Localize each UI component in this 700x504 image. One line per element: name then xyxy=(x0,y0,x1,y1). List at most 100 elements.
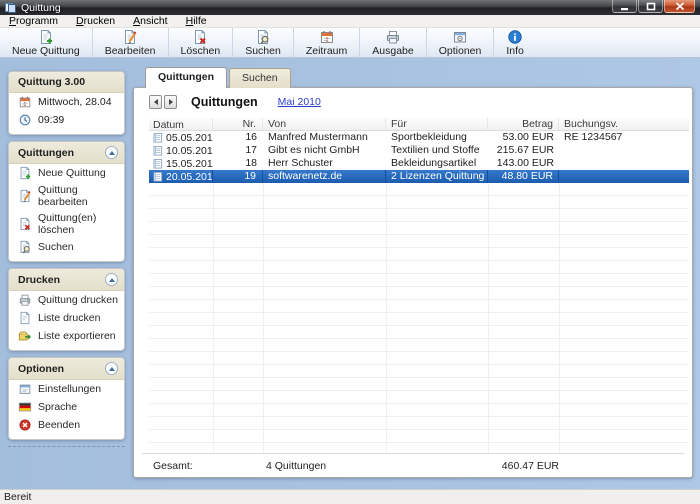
content-area: Quittung 3.00 Mittwoch, 28.04 09:39 Quit… xyxy=(0,58,700,489)
sidebar-item-liste-exportieren[interactable]: Liste exportieren xyxy=(9,327,124,345)
table-row[interactable]: 10.05.2010 17 Gibt es nicht GmbH Textili… xyxy=(149,144,689,157)
title-bar[interactable]: Quittung xyxy=(0,0,700,15)
receipt-icon xyxy=(153,159,163,169)
window-title: Quittung xyxy=(21,2,61,14)
cell-buchungsv xyxy=(559,144,689,157)
column-header-nr[interactable]: Nr. xyxy=(213,118,263,131)
arrow-left-icon xyxy=(154,99,158,105)
sidebar-section-quittungen: Quittungen Neue Quittung Quittung bearbe… xyxy=(8,141,125,262)
period-link[interactable]: Mai 2010 xyxy=(278,96,321,108)
time-row: 09:39 xyxy=(9,111,124,129)
cell-betrag: 48.80 EUR xyxy=(488,170,559,183)
sidebar-item-quittungen-loeschen[interactable]: Quittung(en) löschen xyxy=(9,210,124,238)
receipt-count: 4 Quittungen xyxy=(263,460,488,472)
sidebar-splitter[interactable] xyxy=(8,446,125,447)
printer-icon xyxy=(18,293,32,307)
collapse-button[interactable] xyxy=(105,273,118,286)
status-text: Bereit xyxy=(4,491,31,503)
toolbar-bearbeiten-button[interactable]: Bearbeiten xyxy=(93,28,169,57)
previous-month-button[interactable] xyxy=(149,95,162,109)
table-footer: Gesamt: 4 Quittungen 460.47 EUR xyxy=(142,453,684,472)
receipts-table: Datum Nr. Von Für Betrag Buchungsv. 05.0… xyxy=(149,118,689,453)
document-icon xyxy=(18,311,32,325)
minimize-button[interactable] xyxy=(612,0,637,13)
cell-von: Manfred Mustermann xyxy=(263,131,386,144)
cell-buchungsv xyxy=(559,170,689,183)
document-edit-icon xyxy=(18,189,32,203)
close-button[interactable] xyxy=(664,0,695,13)
empty-rows-grid xyxy=(149,183,689,453)
menu-programm[interactable]: Programm xyxy=(0,15,67,27)
next-month-button[interactable] xyxy=(164,95,177,109)
cell-betrag: 53.00 EUR xyxy=(488,131,559,144)
cell-betrag: 143.00 EUR xyxy=(488,157,559,170)
section-header-drucken: Drucken xyxy=(9,269,124,291)
app-icon xyxy=(5,3,16,13)
cell-fuer: Bekleidungsartikel xyxy=(386,157,488,170)
section-header-quittungen: Quittungen xyxy=(9,142,124,164)
menu-drucken[interactable]: Drucken xyxy=(67,15,124,27)
toolbar-zeitraum-button[interactable]: Zeitraum xyxy=(294,28,360,57)
sidebar-item-neue-quittung[interactable]: Neue Quittung xyxy=(9,164,124,182)
toolbar-neue-quittung-button[interactable]: Neue Quittung xyxy=(0,28,93,57)
total-amount: 460.47 EUR xyxy=(488,460,559,472)
table-row-selected[interactable]: 20.05.2010 19 softwarenetz.de 2 Lizenzen… xyxy=(149,170,689,183)
sidebar-item-beenden[interactable]: Beenden xyxy=(9,416,124,434)
toolbar-suchen-button[interactable]: Suchen xyxy=(233,28,294,57)
app-info-header: Quittung 3.00 xyxy=(9,72,124,93)
tab-quittungen[interactable]: Quittungen xyxy=(145,67,227,88)
column-header-betrag[interactable]: Betrag xyxy=(488,118,559,131)
document-edit-icon xyxy=(122,29,138,45)
toolbar-loeschen-button[interactable]: Löschen xyxy=(169,28,234,57)
menu-ansicht[interactable]: Ansicht xyxy=(124,15,176,27)
app-window: Quittung Programm Drucken Ansicht Hilfe … xyxy=(0,0,700,504)
current-time-label: 09:39 xyxy=(38,114,64,126)
document-search-icon xyxy=(18,240,32,254)
sidebar-item-suchen[interactable]: Suchen xyxy=(9,238,124,256)
settings-window-icon xyxy=(18,382,32,396)
tab-suchen[interactable]: Suchen xyxy=(229,68,291,88)
document-delete-icon xyxy=(192,29,208,45)
toolbar-ausgabe-button[interactable]: Ausgabe xyxy=(360,28,426,57)
arrow-right-icon xyxy=(169,99,173,105)
table-row[interactable]: 15.05.2010 18 Herr Schuster Bekleidungsa… xyxy=(149,157,689,170)
menu-hilfe[interactable]: Hilfe xyxy=(177,15,216,27)
column-header-buchungsv[interactable]: Buchungsv. xyxy=(559,118,689,131)
total-label: Gesamt: xyxy=(149,460,263,472)
calendar-icon xyxy=(319,29,335,45)
sidebar-section-optionen: Optionen Einstellungen Sprache Beenden xyxy=(8,357,125,440)
collapse-button[interactable] xyxy=(105,362,118,375)
cell-buchungsv xyxy=(559,157,689,170)
column-header-datum[interactable]: Datum xyxy=(149,118,213,131)
sidebar-item-liste-drucken[interactable]: Liste drucken xyxy=(9,309,124,327)
table-row[interactable]: 05.05.2010 16 Manfred Mustermann Sportbe… xyxy=(149,131,689,144)
document-search-icon xyxy=(255,29,271,45)
period-navigation: Quittungen Mai 2010 xyxy=(149,95,321,109)
cell-von: Gibt es nicht GmbH xyxy=(263,144,386,157)
date-row: Mittwoch, 28.04 xyxy=(9,93,124,111)
quit-icon xyxy=(18,418,32,432)
column-header-von[interactable]: Von xyxy=(263,118,386,131)
sidebar: Quittung 3.00 Mittwoch, 28.04 09:39 Quit… xyxy=(8,71,125,447)
clock-icon xyxy=(18,113,32,127)
receipt-icon xyxy=(153,146,163,156)
column-header-fuer[interactable]: Für xyxy=(386,118,488,131)
table-header: Datum Nr. Von Für Betrag Buchungsv. xyxy=(149,118,689,131)
cell-nr: 16 xyxy=(213,131,263,144)
sidebar-item-quittung-bearbeiten[interactable]: Quittung bearbeiten xyxy=(9,182,124,210)
current-date-label: Mittwoch, 28.04 xyxy=(38,96,112,108)
sidebar-item-einstellungen[interactable]: Einstellungen xyxy=(9,380,124,398)
tab-bar: Quittungen Suchen xyxy=(145,67,293,88)
receipt-icon xyxy=(153,172,163,182)
options-window-icon xyxy=(452,29,468,45)
toolbar-info-button[interactable]: Info xyxy=(494,28,536,57)
toolbar-optionen-button[interactable]: Optionen xyxy=(427,28,495,57)
main-area: Quittungen Suchen Quittungen Mai 2010 Da… xyxy=(133,67,693,479)
sidebar-item-quittung-drucken[interactable]: Quittung drucken xyxy=(9,291,124,309)
cell-nr: 19 xyxy=(213,170,263,183)
cell-von: Herr Schuster xyxy=(263,157,386,170)
collapse-button[interactable] xyxy=(105,146,118,159)
maximize-button[interactable] xyxy=(638,0,663,13)
sidebar-item-sprache[interactable]: Sprache xyxy=(9,398,124,416)
export-icon xyxy=(18,329,32,343)
